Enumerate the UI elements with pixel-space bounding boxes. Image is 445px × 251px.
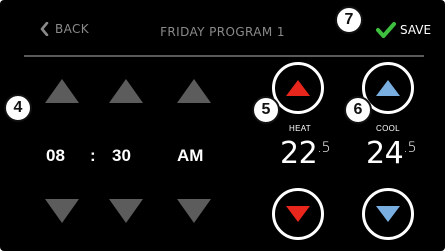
callout-badge-5: 5: [252, 96, 280, 124]
hour-value: 08: [46, 146, 65, 165]
heat-up-button[interactable]: [272, 62, 324, 114]
heat-setpoint: 22.5: [280, 136, 331, 171]
time-separator: :: [90, 146, 96, 165]
up-arrow-icon: [286, 80, 310, 96]
cool-setpoint: 24.5: [366, 136, 417, 171]
down-arrow-icon: [376, 206, 400, 222]
header-divider: [24, 55, 424, 57]
save-button[interactable]: SAVE: [376, 21, 431, 39]
save-label: SAVE: [400, 23, 432, 37]
period-up-button[interactable]: [176, 78, 212, 104]
period-down-button[interactable]: [176, 198, 212, 224]
cool-down-button[interactable]: [362, 188, 414, 240]
heat-value-decimal: .5: [317, 140, 331, 156]
heat-down-button[interactable]: [272, 188, 324, 240]
minute-value: 30: [112, 146, 131, 165]
callout-badge-4: 4: [4, 94, 32, 122]
down-arrow-icon: [286, 206, 310, 222]
heat-value-main: 22: [280, 136, 318, 171]
minute-up-button[interactable]: [108, 78, 144, 104]
cool-label: COOL: [376, 124, 400, 133]
check-icon: [376, 22, 396, 38]
up-arrow-icon: [376, 80, 400, 96]
heat-label: HEAT: [289, 124, 311, 133]
callout-badge-7: 7: [335, 6, 363, 34]
hour-up-button[interactable]: [44, 78, 80, 104]
cool-value-decimal: .5: [403, 140, 417, 156]
cool-value-main: 24: [366, 136, 404, 171]
callout-badge-6: 6: [344, 96, 372, 124]
period-value: AM: [177, 146, 204, 165]
minute-down-button[interactable]: [108, 198, 144, 224]
thermostat-screen: BACK FRIDAY PROGRAM 1 SAVE 08 : 30 AM HE…: [0, 0, 445, 251]
hour-down-button[interactable]: [44, 198, 80, 224]
